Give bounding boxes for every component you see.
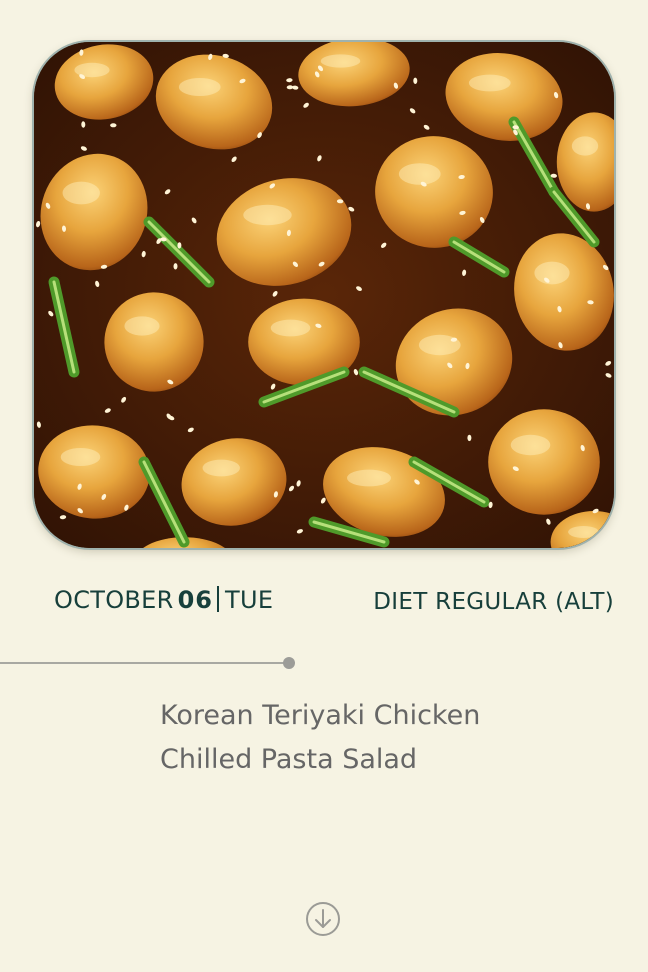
menu-item: Chilled Pasta Salad	[160, 744, 418, 775]
date-weekday: TUE	[225, 586, 274, 614]
meal-photo	[34, 42, 614, 548]
arrow-down-circle-icon	[306, 902, 340, 936]
date-separator	[217, 586, 220, 612]
scroll-down-button[interactable]	[305, 901, 341, 937]
date-display: OCTOBER 06 TUE	[54, 586, 273, 614]
teriyaki-chicken-image	[34, 42, 614, 548]
timeline-line	[0, 662, 288, 664]
timeline-dot	[283, 657, 295, 669]
menu-list: Korean Teriyaki Chicken Chilled Pasta Sa…	[160, 694, 480, 782]
date-day: 06	[177, 586, 214, 614]
menu-item: Korean Teriyaki Chicken	[160, 700, 481, 731]
date-month: OCTOBER	[54, 586, 174, 614]
diet-label: DIET REGULAR (ALT)	[373, 589, 614, 615]
